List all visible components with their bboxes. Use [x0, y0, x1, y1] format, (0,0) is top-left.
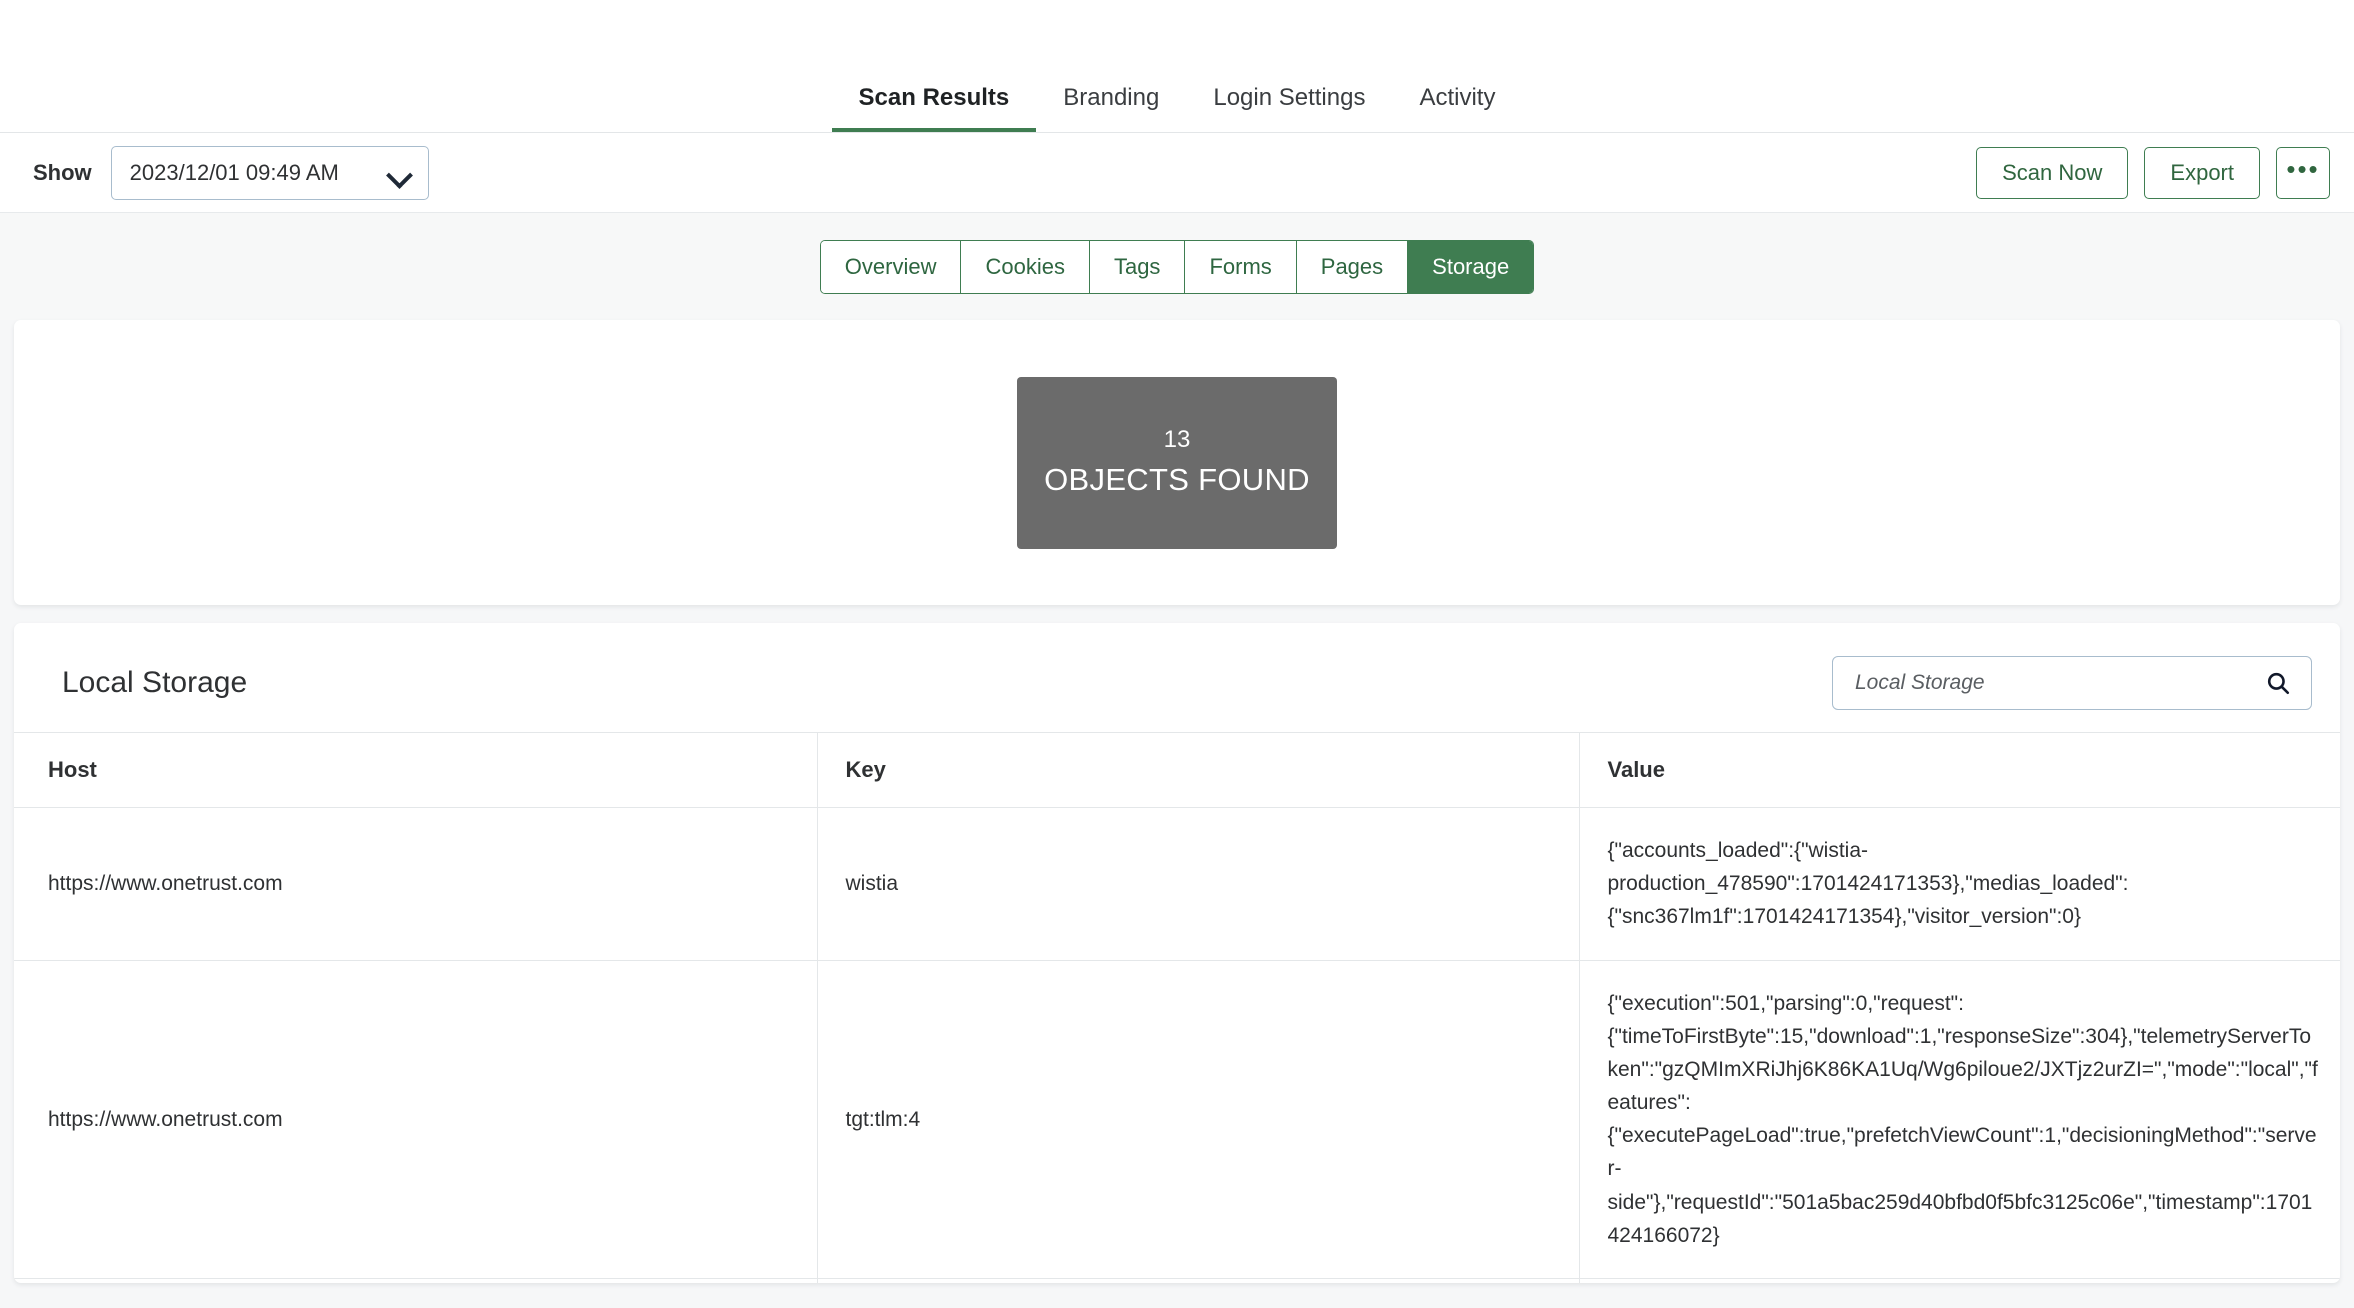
scan-date-value: 2023/12/01 09:49 AM: [130, 160, 339, 186]
table-header-row-group: Host Key Value: [14, 733, 2340, 808]
cell-host: https://www.onetrust.com: [14, 808, 817, 961]
tab-activity[interactable]: Activity: [1392, 86, 1522, 132]
objects-found-stat: 13 OBJECTS FOUND: [1017, 377, 1337, 549]
objects-found-label: OBJECTS FOUND: [1044, 458, 1310, 503]
scan-category-band: Overview Cookies Tags Forms Pages Storag…: [0, 213, 2354, 320]
tab-login-settings-label: Login Settings: [1213, 84, 1365, 111]
table-header-row: Host Key Value: [14, 733, 2340, 808]
table-body: https://www.onetrust.com wistia {"accoun…: [14, 808, 2340, 1284]
column-header-host[interactable]: Host: [14, 733, 817, 808]
cell-value: {"execution":501,"parsing":0,"request":{…: [1579, 960, 2340, 1278]
show-label: Show: [33, 160, 92, 186]
table-row[interactable]: https://www.onetrust.com tgt:tlm:14 {"ex…: [14, 1278, 2340, 1283]
cell-value: {"execution":385,"parsing":0,"request":{…: [1579, 1278, 2340, 1283]
top-tab-list: Scan Results Branding Login Settings Act…: [832, 86, 1523, 132]
column-header-value[interactable]: Value: [1579, 733, 2340, 808]
chevron-down-icon: [388, 166, 412, 180]
cell-host: https://www.onetrust.com: [14, 960, 817, 1278]
search-input[interactable]: [1855, 671, 2265, 695]
cell-key: tgt:tlm:4: [817, 960, 1579, 1278]
column-header-key[interactable]: Key: [817, 733, 1579, 808]
more-options-button[interactable]: •••: [2276, 147, 2330, 199]
segment-tags[interactable]: Tags: [1090, 241, 1185, 293]
scan-now-button[interactable]: Scan Now: [1976, 147, 2128, 199]
page-title: Local Storage: [62, 666, 247, 700]
objects-found-card: 13 OBJECTS FOUND: [14, 320, 2340, 605]
cell-key: wistia: [817, 808, 1579, 961]
search-icon[interactable]: [2265, 670, 2291, 696]
local-storage-table: Host Key Value https://www.onetrust.com …: [14, 732, 2340, 1283]
segment-cookies[interactable]: Cookies: [961, 241, 1089, 293]
objects-found-count: 13: [1164, 422, 1191, 458]
controls-toolbar: Show 2023/12/01 09:49 AM Scan Now Export…: [0, 133, 2354, 213]
tab-scan-results[interactable]: Scan Results: [832, 86, 1037, 132]
table-row[interactable]: https://www.onetrust.com wistia {"accoun…: [14, 808, 2340, 961]
segment-forms[interactable]: Forms: [1185, 241, 1296, 293]
tab-branding-label: Branding: [1063, 84, 1159, 111]
tab-login-settings[interactable]: Login Settings: [1186, 86, 1392, 132]
table-row[interactable]: https://www.onetrust.com tgt:tlm:4 {"exe…: [14, 960, 2340, 1278]
segment-overview[interactable]: Overview: [821, 241, 962, 293]
export-button[interactable]: Export: [2144, 147, 2260, 199]
local-storage-header: Local Storage: [14, 623, 2340, 732]
segment-storage[interactable]: Storage: [1408, 241, 1533, 293]
cell-value: {"accounts_loaded":{"wistia-production_4…: [1579, 808, 2340, 961]
top-navigation-bar: Scan Results Branding Login Settings Act…: [0, 0, 2354, 133]
local-storage-search[interactable]: [1832, 656, 2312, 710]
local-storage-card: Local Storage Host Key Value https:/: [14, 623, 2340, 1283]
tab-branding[interactable]: Branding: [1036, 86, 1186, 132]
scan-date-dropdown[interactable]: 2023/12/01 09:49 AM: [111, 146, 429, 200]
cell-key: tgt:tlm:14: [817, 1278, 1579, 1283]
scan-category-group: Overview Cookies Tags Forms Pages Storag…: [821, 241, 1533, 293]
cell-host: https://www.onetrust.com: [14, 1278, 817, 1283]
segment-pages[interactable]: Pages: [1297, 241, 1408, 293]
tab-activity-label: Activity: [1419, 84, 1495, 111]
tab-scan-results-label: Scan Results: [859, 84, 1010, 111]
